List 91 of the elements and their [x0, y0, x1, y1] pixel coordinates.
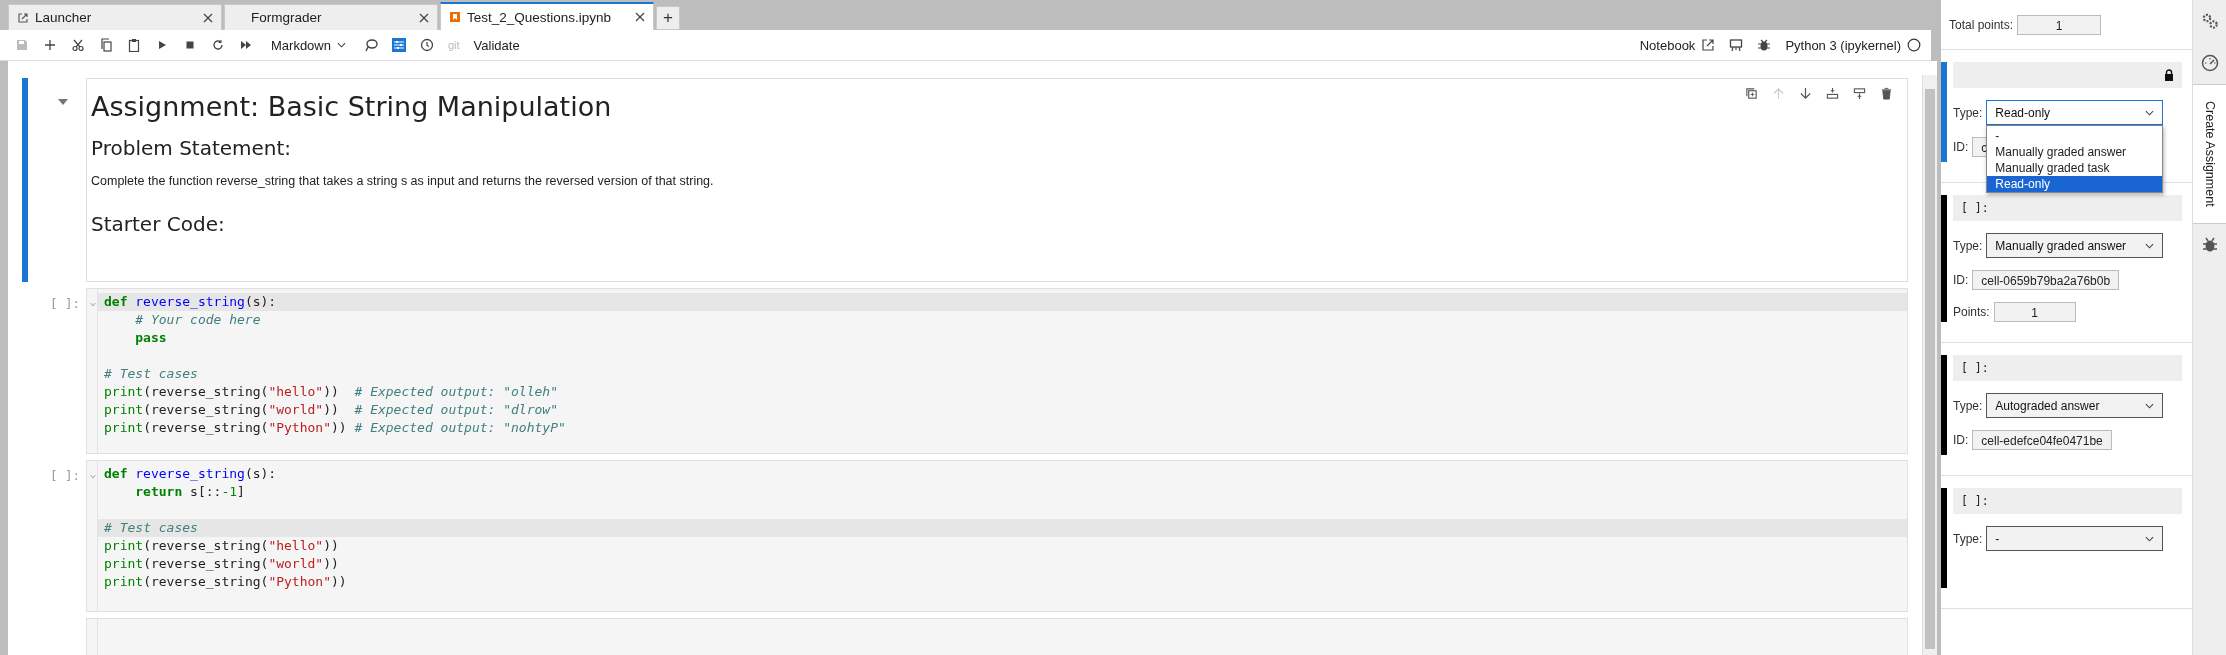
type-select[interactable]: Autograded answer	[1986, 393, 2164, 418]
caret-icon	[336, 42, 346, 48]
execution-prompt: [ ]:	[1961, 494, 1989, 508]
lock-icon	[2164, 69, 2174, 81]
heading: Assignment: Basic String Manipulation	[91, 91, 613, 122]
type-label: Type:	[1953, 105, 1983, 120]
external-link-icon	[17, 11, 29, 24]
dropdown-option[interactable]: -	[1987, 128, 2163, 144]
bug-icon[interactable]	[2200, 235, 2219, 254]
subheading: Starter Code:	[91, 212, 226, 236]
paste-icon[interactable]	[127, 38, 141, 52]
caret-icon	[2145, 535, 2155, 542]
points-field[interactable]: 1	[1993, 302, 2076, 322]
bug-icon[interactable]	[1757, 38, 1772, 52]
execution-prompt: [ ]:	[49, 296, 80, 311]
execution-prompt: [ ]:	[1961, 201, 1989, 215]
side-tab[interactable]: Create Assignment	[2193, 84, 2226, 224]
document-tab[interactable]: Formgrader	[224, 4, 438, 30]
gauge-icon[interactable]	[2200, 54, 2219, 72]
caret-icon	[2145, 402, 2155, 409]
code-line: def reverse_string(s):	[104, 466, 277, 481]
type-label: Type:	[1953, 398, 1983, 413]
external-link-icon[interactable]	[1701, 38, 1716, 52]
code-line: # Test cases	[104, 520, 198, 535]
type-label: Type:	[1953, 531, 1983, 546]
tab-label: Test_2_Questions.ipynb	[467, 9, 613, 25]
id-field[interactable]: cell-edefce04fe0471be	[1972, 430, 2112, 450]
caret-icon	[2145, 109, 2155, 116]
notebook-icon	[449, 11, 461, 23]
dropdown-option[interactable]: Manually graded answer	[1987, 144, 2163, 160]
type-select[interactable]: -	[1986, 526, 2164, 551]
code-line: print(reverse_string("hello")) # Expected output: "olleh"	[104, 384, 558, 399]
type-select[interactable]: Manually graded answer	[1986, 233, 2164, 258]
points-label: Points:	[1953, 305, 1990, 319]
code-line: print(reverse_string("world")) # Expected output: "dlrow"	[104, 402, 558, 417]
code-line: # Test cases	[104, 366, 198, 381]
duplicate-icon[interactable]	[1745, 87, 1758, 100]
paragraph: Complete the function reverse_string that takes a string s as input and returns the reversed version of that string.	[91, 174, 715, 188]
validate-button[interactable]: Validate	[473, 37, 520, 53]
scrollbar[interactable]	[1922, 75, 1937, 655]
kernel-name[interactable]: Python 3 (ipykernel)	[1785, 37, 1901, 53]
code-line: def reverse_string(s):	[104, 294, 277, 309]
restart-icon[interactable]	[211, 38, 225, 52]
code-line: print(reverse_string("Python")) # Expected output: "nohtyP"	[104, 420, 566, 435]
id-field[interactable]: cell-0659b79ba2a76b0b	[1972, 270, 2120, 290]
code-line: print(reverse_string("world"))	[104, 556, 339, 571]
presentation-icon[interactable]	[1729, 38, 1744, 52]
type-select[interactable]: Read-only	[1986, 100, 2164, 125]
code-line: # Your code here	[135, 312, 261, 327]
copy-icon[interactable]	[99, 38, 113, 52]
cell-type-dropdown[interactable]: Markdown	[267, 37, 350, 53]
code-line: print(reverse_string("Python"))	[104, 574, 347, 589]
code-line: print(reverse_string("hello"))	[104, 538, 339, 553]
delete-icon[interactable]	[1880, 87, 1893, 100]
total-points-field[interactable]: 1	[2017, 15, 2102, 35]
total-points-label: Total points:	[1949, 18, 2014, 32]
dropdown-option[interactable]: Read-only	[1987, 176, 2163, 192]
id-label: ID:	[1953, 140, 1969, 154]
add-tab-button[interactable]: +	[656, 6, 680, 30]
execution-prompt: [ ]:	[1961, 361, 1989, 375]
gears-icon[interactable]	[2200, 12, 2219, 30]
code-cell[interactable]: def reverse_string(s): return s[::-1] # Test cases print(reverse_string("hello")) print(reverse_string("world")) print(reverse_string("Python"))	[86, 460, 1908, 612]
kernel-status-icon	[1907, 38, 1921, 52]
tab-label: Formgrader	[251, 10, 323, 25]
close-icon[interactable]	[203, 12, 213, 23]
notebook-link[interactable]: Notebook	[1639, 37, 1696, 53]
document-tab[interactable]: Launcher	[8, 4, 222, 30]
id-label: ID:	[1953, 433, 1969, 447]
dropdown-option[interactable]: Manually graded task	[1987, 160, 2163, 176]
close-icon[interactable]	[419, 12, 429, 23]
property-inspector-icon[interactable]	[391, 38, 406, 52]
id-label: ID:	[1953, 273, 1969, 287]
fast-forward-icon[interactable]	[239, 38, 253, 52]
collapse-caret-icon[interactable]	[58, 99, 68, 105]
insert-below-icon[interactable]	[1853, 87, 1866, 100]
lasso-icon[interactable]	[363, 38, 378, 52]
cut-icon[interactable]	[71, 38, 85, 52]
code-cell[interactable]	[86, 288, 1908, 454]
code-line: return s[::-1]	[135, 484, 245, 499]
type-label: Type:	[1953, 238, 1983, 253]
caret-icon	[2145, 242, 2155, 249]
move-down-icon[interactable]	[1799, 87, 1812, 100]
code-line: pass	[135, 330, 167, 345]
add-icon[interactable]	[43, 38, 57, 52]
subheading: Problem Statement:	[91, 136, 293, 160]
execution-prompt: [ ]:	[49, 468, 80, 483]
close-icon[interactable]	[635, 12, 645, 22]
document-tab[interactable]: Test_2_Questions.ipynb	[440, 2, 654, 30]
tab-label: Launcher	[35, 10, 93, 25]
insert-above-icon[interactable]	[1826, 87, 1839, 100]
clock-icon[interactable]	[419, 38, 434, 52]
